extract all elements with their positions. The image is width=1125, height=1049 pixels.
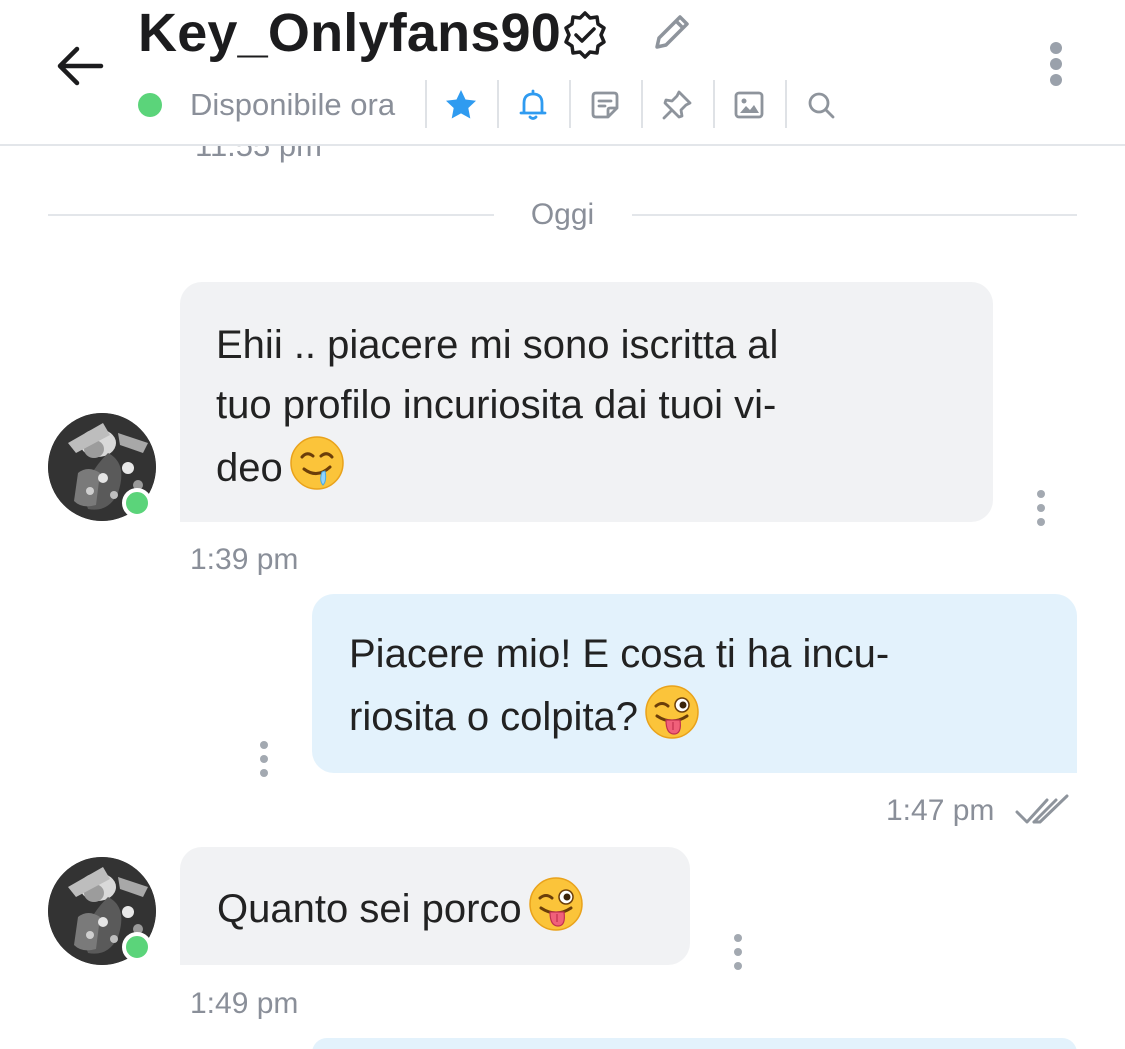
media-button[interactable] [727,83,771,127]
message-text-line: Quanto sei porco [217,887,522,931]
toolbar-divider [569,80,571,128]
toolbar-divider [641,80,643,128]
day-divider-line [632,214,1077,216]
message-time: 1:49 pm [190,987,299,1020]
winking-face-with-tongue-emoji [644,684,700,740]
chat-header: Key_Onlyfans90 Disponibile ora [0,0,1125,146]
pencil-icon[interactable] [648,8,696,56]
pin-icon [662,90,692,120]
chat-title[interactable]: Key_Onlyfans90 [138,2,561,64]
double-check-read-icon [1015,794,1069,824]
search-button[interactable] [799,83,843,127]
star-icon [446,90,476,119]
message-options-button[interactable] [728,934,748,970]
pin-button[interactable] [655,83,699,127]
online-status-dot [138,93,162,117]
image-icon [734,91,764,119]
search-icon [808,92,835,119]
availability-status: Disponibile ora [190,87,396,122]
message-bubble[interactable]: Quanto sei porco [180,847,690,965]
message-text-line: tuo profilo incuriosita dai tuoi vi- [216,383,777,427]
day-divider-label: Oggi [530,198,595,231]
toolbar-divider [497,80,499,128]
message-text-line: Piacere mio! E cosa ti ha incu- [349,632,890,676]
message-bubble[interactable]: Ehii .. piacere mi sono iscritta al tuo … [180,282,993,522]
note-icon [591,91,619,119]
message-options-button[interactable] [254,741,274,777]
toolbar-divider [713,80,715,128]
toolbar-divider [785,80,787,128]
verified-badge-icon [564,11,606,59]
message-options-button[interactable] [1031,490,1051,526]
star-button[interactable] [439,83,483,127]
toolbar-divider [425,80,427,128]
avatar-online-dot [122,932,152,962]
back-button[interactable] [50,36,110,96]
message-bubble[interactable] [312,1038,1077,1049]
winking-face-with-tongue-emoji [528,876,584,932]
message-time: 1:47 pm [886,794,995,827]
message-text-line: Ehii .. piacere mi sono iscritta al [216,323,779,367]
day-divider-line [48,214,494,216]
message-bubble[interactable]: Piacere mio! E cosa ti ha incu- riosita … [312,594,1077,773]
message-time: 1:39 pm [190,543,299,576]
more-vertical-icon[interactable] [1036,36,1076,92]
message-text-line: deo [216,446,283,490]
notes-button[interactable] [583,83,627,127]
bell-icon [519,89,547,120]
arrow-left-icon [57,46,104,86]
notifications-button[interactable] [511,83,555,127]
message-text-line: riosita o colpita? [349,695,639,739]
drooling-face-emoji [289,435,345,491]
avatar-online-dot [122,488,152,518]
